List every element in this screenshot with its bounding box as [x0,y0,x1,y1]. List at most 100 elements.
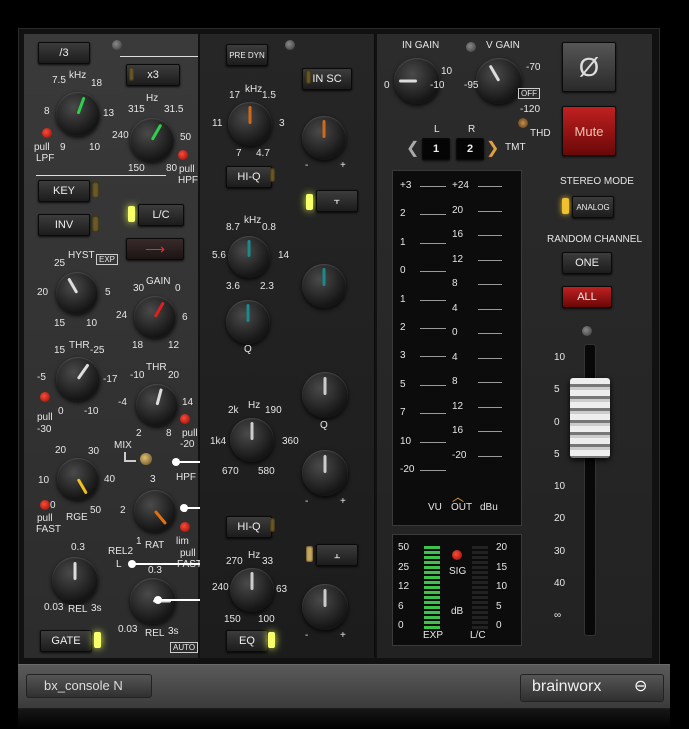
hi-q-label: HI-Q [237,171,261,183]
threshold2-knob[interactable] [136,384,178,426]
eq-high-freq-knob[interactable] [228,102,272,146]
lc-button[interactable]: L/C [138,204,184,226]
scale-label: 9 [60,142,66,153]
scale-tick [478,406,502,408]
rel2-l-label: L [116,559,122,570]
scale-label: 0.3 [71,542,85,553]
hpf-switch-label: HPF [176,472,196,483]
unit-label: Hz [248,550,261,561]
eq-himid-q-knob[interactable] [226,300,270,344]
scale-label: 7 [236,148,242,159]
key-button[interactable]: KEY [38,180,90,202]
scale-label: 14 [278,250,290,261]
tmt-label: TMT [505,142,526,153]
phase-invert-button[interactable]: Ø [562,42,616,92]
v-gain-knob[interactable] [476,58,522,104]
div3-button[interactable]: /3 [38,42,90,64]
scale-label: 190 [265,405,282,416]
scale-label: 20 [168,370,180,381]
eq-himid-gain-knob[interactable] [302,264,346,308]
scale-label: 50 [90,505,102,516]
exp-label: EXP [423,630,444,641]
r-label: R [468,124,476,135]
scale-label: 4 [452,302,458,314]
all-label: ALL [577,291,597,303]
high-shelf-button[interactable]: ⫟ [316,190,358,212]
scale-label: 33 [262,556,274,567]
channel-1-button[interactable]: 1 [422,138,450,160]
release-knob[interactable] [52,557,98,603]
scale-label: 20 [37,287,49,298]
fast-label: FAST [36,524,62,535]
eq-button[interactable]: EQ [226,630,268,652]
scale-tick [420,470,446,471]
dbu-label: dBu [480,502,498,513]
thd-knob[interactable] [518,118,528,128]
eq-low-gain-knob[interactable] [302,584,348,630]
mute-label: Mute [574,123,604,139]
pre-dyn-label: PRE DYN [229,50,265,60]
scale-label: -20 [452,450,467,461]
eq-high-gain-knob[interactable] [302,116,346,160]
scale-label: 25 [398,561,410,573]
hi-q2-button[interactable]: HI-Q [226,516,272,538]
scale-label: 40 [104,474,116,485]
analog-button[interactable]: ANALOG [572,196,614,218]
scale-tick [420,186,446,187]
scale-label: -30 [37,424,52,435]
sidechain-arrow-button[interactable]: ⟶ [126,238,184,260]
scale-label: 17 [229,90,241,101]
eq-lomid-q-knob[interactable] [302,372,348,418]
all-button[interactable]: ALL [562,286,612,308]
minus-label: - [305,630,309,641]
threshold-knob[interactable] [56,357,100,401]
lpf-knob[interactable] [56,92,100,136]
gain-knob[interactable] [134,296,176,338]
mute-button[interactable]: Mute [562,106,616,156]
lc-label: L/C [152,209,170,221]
channel-2-button[interactable]: 2 [456,138,484,160]
scale-label: 12 [168,340,180,351]
scale-label: 8.7 [226,222,240,233]
chevron-left-icon[interactable]: ❮ [406,138,419,158]
gate-led [94,632,101,648]
scale-tick [478,308,502,310]
low-shelf-button[interactable]: ⫠ [316,544,358,566]
scale-label: 16 [452,229,464,241]
scale-label: 7 [400,407,406,419]
hpf-knob[interactable] [130,118,174,162]
scale-tick [420,214,446,216]
volume-fader-handle[interactable] [570,378,610,458]
hi-q2-led [270,518,275,532]
scale-label: 150 [128,163,145,174]
x3-button[interactable]: x3 [126,64,180,86]
gate-button[interactable]: GATE [40,630,92,652]
l-label: L [434,124,440,135]
chevron-right-icon[interactable]: ❯ [486,138,499,158]
one-button[interactable]: ONE [562,252,612,274]
pre-dyn-button[interactable]: PRE DYN [226,44,268,66]
scale-label: 315 [128,104,145,115]
inv-button[interactable]: INV [38,214,90,236]
scale-label: 0 [175,283,181,294]
scale-label: -70 [526,62,541,73]
ratio-knob[interactable] [134,490,176,532]
hi-q-button[interactable]: HI-Q [226,166,272,188]
scale-tick [420,328,446,329]
scale-label: -5 [37,372,46,383]
eq-himid-freq-knob[interactable] [228,236,270,278]
eq-lomid-freq-knob[interactable] [230,418,274,462]
hyst-knob[interactable] [56,272,98,314]
scale-label: 6 [182,312,188,323]
scale-label: -4 [118,397,127,408]
product-name: bx_console N [44,678,123,693]
release2-knob[interactable] [130,578,176,624]
scale-label: -10 [430,80,445,91]
eq-lomid-gain-knob[interactable] [302,450,348,496]
mix-switch[interactable] [140,453,152,465]
eq-low-freq-knob[interactable] [230,568,274,612]
range-knob[interactable] [57,458,99,500]
scale-tick [478,456,502,457]
scale-tick [478,210,502,212]
reflection [18,708,670,729]
